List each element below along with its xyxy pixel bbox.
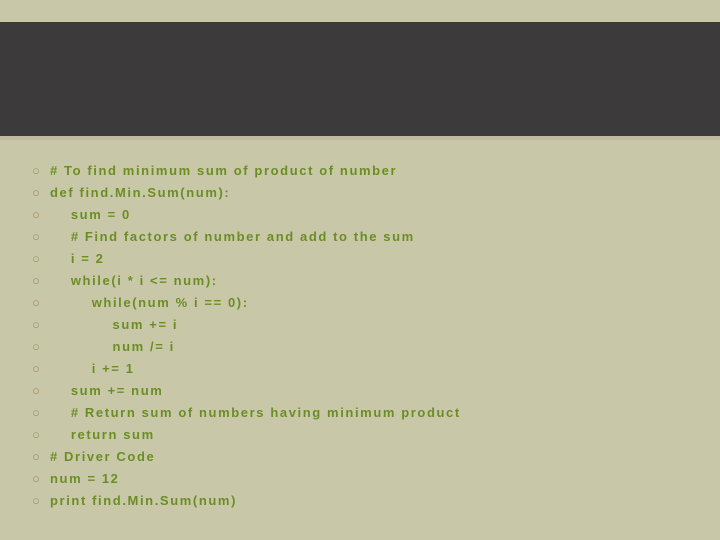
bullet-icon: ○ [32, 404, 50, 422]
code-line: ○ # Find factors of number and add to th… [32, 228, 692, 246]
code-line: ○ sum = 0 [32, 206, 692, 224]
code-text: i += 1 [50, 360, 135, 378]
header-band [0, 22, 720, 140]
code-line: ○ while(num % i == 0): [32, 294, 692, 312]
bullet-icon: ○ [32, 426, 50, 444]
code-line: ○ num /= i [32, 338, 692, 356]
bullet-icon: ○ [32, 272, 50, 290]
code-text: # Driver Code [50, 448, 155, 466]
code-line: ○ while(i * i <= num): [32, 272, 692, 290]
bullet-icon: ○ [32, 250, 50, 268]
code-text: while(i * i <= num): [50, 272, 218, 290]
code-line: ○ sum += i [32, 316, 692, 334]
code-line: ○ num = 12 [32, 470, 692, 488]
code-line: ○ i = 2 [32, 250, 692, 268]
bullet-icon: ○ [32, 338, 50, 356]
bullet-icon: ○ [32, 294, 50, 312]
bullet-icon: ○ [32, 228, 50, 246]
code-text: while(num % i == 0): [50, 294, 249, 312]
code-text: sum = 0 [50, 206, 131, 224]
code-text: sum += num [50, 382, 163, 400]
code-line: ○ # Driver Code [32, 448, 692, 466]
code-text: i = 2 [50, 250, 105, 268]
bullet-icon: ○ [32, 382, 50, 400]
code-block: ○ # To find minimum sum of product of nu… [32, 162, 692, 514]
code-line: ○ # To find minimum sum of product of nu… [32, 162, 692, 180]
bullet-icon: ○ [32, 316, 50, 334]
code-line: ○ print find.Min.Sum(num) [32, 492, 692, 510]
code-line: ○ def find.Min.Sum(num): [32, 184, 692, 202]
bullet-icon: ○ [32, 492, 50, 510]
bullet-icon: ○ [32, 184, 50, 202]
code-line: ○ i += 1 [32, 360, 692, 378]
code-text: print find.Min.Sum(num) [50, 492, 237, 510]
code-line: ○ # Return sum of numbers having minimum… [32, 404, 692, 422]
bullet-icon: ○ [32, 206, 50, 224]
code-text: num = 12 [50, 470, 120, 488]
bullet-icon: ○ [32, 360, 50, 378]
code-text: num /= i [50, 338, 175, 356]
code-line: ○ sum += num [32, 382, 692, 400]
code-text: # Return sum of numbers having minimum p… [50, 404, 461, 422]
bullet-icon: ○ [32, 162, 50, 180]
code-text: def find.Min.Sum(num): [50, 184, 230, 202]
bullet-icon: ○ [32, 448, 50, 466]
code-text: # To find minimum sum of product of numb… [50, 162, 397, 180]
code-text: # Find factors of number and add to the … [50, 228, 415, 246]
code-text: sum += i [50, 316, 178, 334]
code-text: return sum [50, 426, 155, 444]
bullet-icon: ○ [32, 470, 50, 488]
code-line: ○ return sum [32, 426, 692, 444]
